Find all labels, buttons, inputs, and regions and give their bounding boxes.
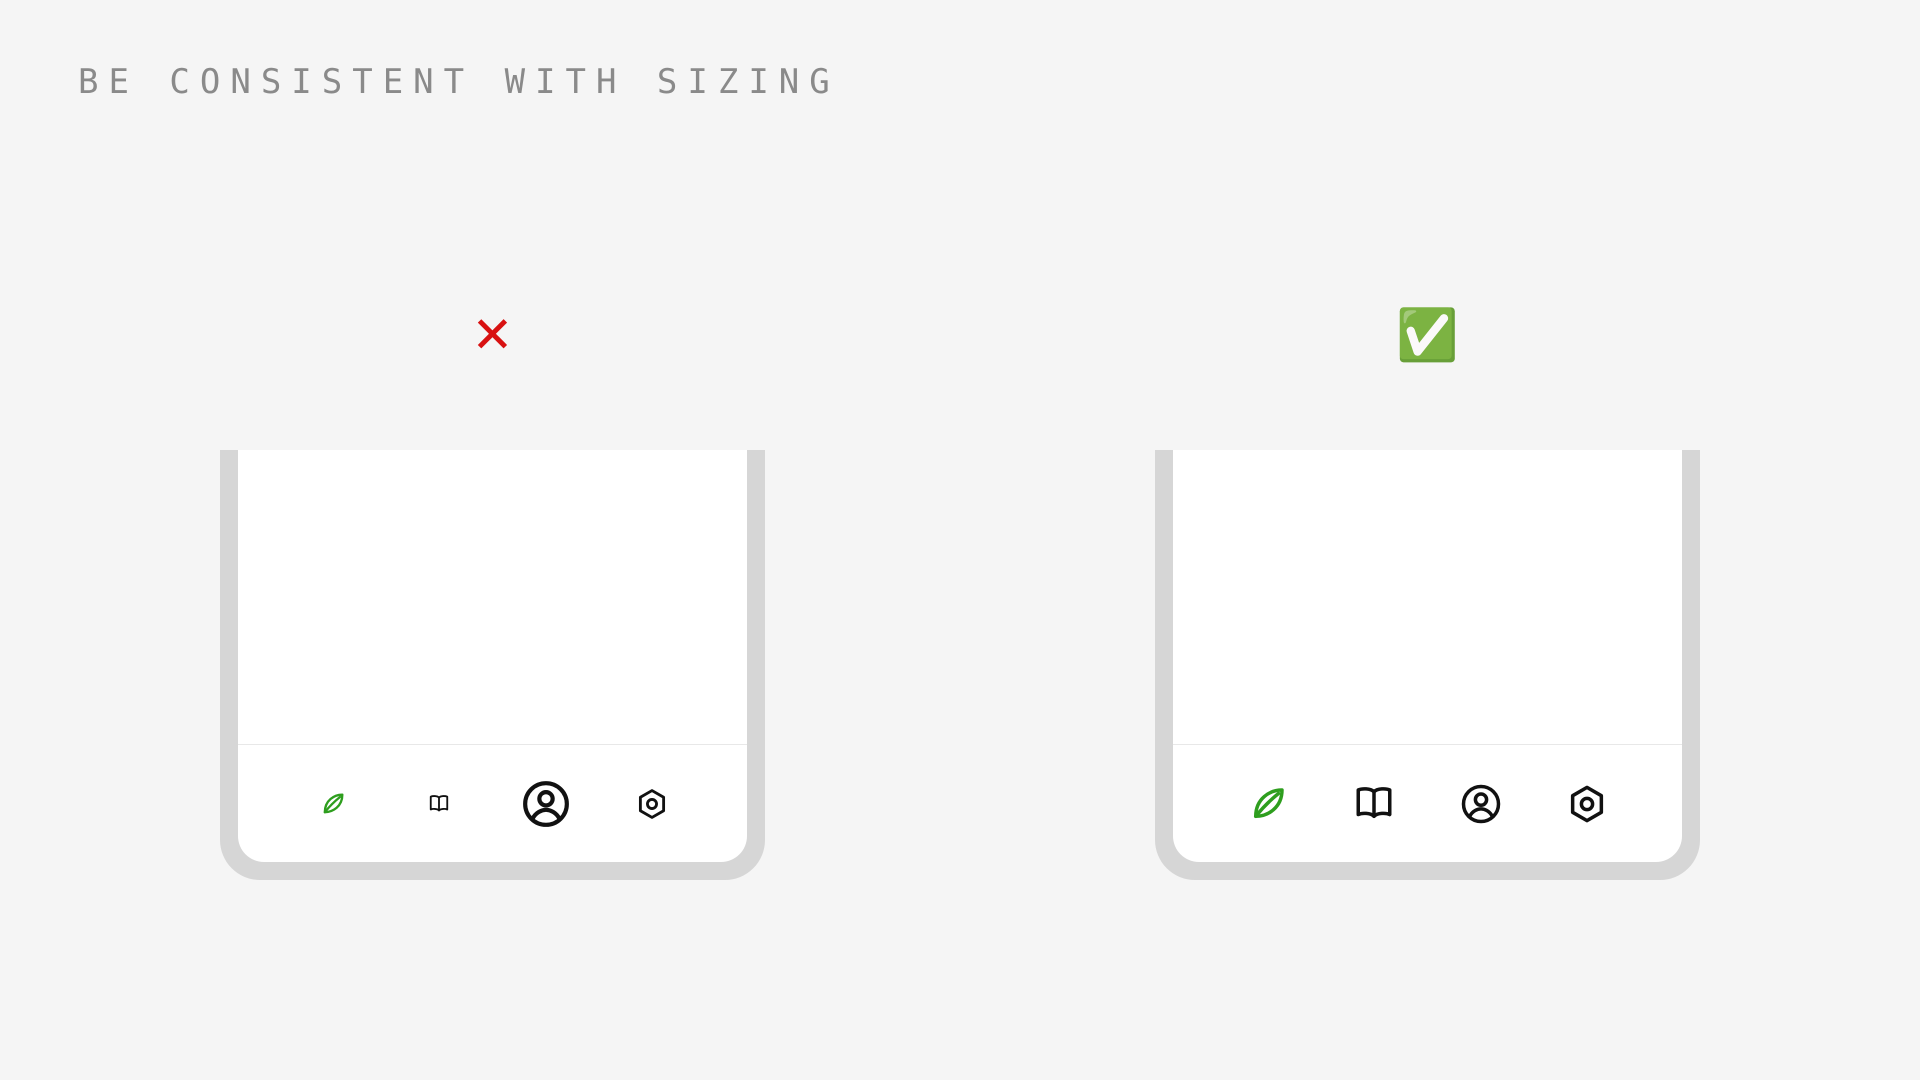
content-area-bad [238,450,747,744]
book-icon [428,793,450,815]
comparison-stage: ✕ [0,0,1920,1080]
cross-icon: ✕ [472,310,514,360]
nav-item-settings[interactable] [616,787,688,821]
good-example-column: ✅ [1155,310,1700,880]
settings-icon [635,787,669,821]
leaf-icon [1247,783,1289,825]
nav-item-leaf[interactable] [1232,783,1304,825]
check-icon: ✅ [1396,310,1458,360]
book-icon [1353,783,1395,825]
nav-item-book[interactable] [403,793,475,815]
phone-screen-good [1173,450,1682,862]
person-icon [521,779,571,829]
nav-item-profile[interactable] [1445,783,1517,825]
nav-item-profile[interactable] [510,779,582,829]
settings-icon [1566,783,1608,825]
bottom-nav-bad [238,744,747,862]
person-icon [1460,783,1502,825]
nav-item-leaf[interactable] [297,790,369,818]
bad-example-column: ✕ [220,310,765,880]
leaf-icon [319,790,347,818]
phone-screen-bad [238,450,747,862]
content-area-good [1173,450,1682,744]
phone-frame-good [1155,450,1700,880]
nav-item-book[interactable] [1338,783,1410,825]
bottom-nav-good [1173,744,1682,862]
nav-item-settings[interactable] [1551,783,1623,825]
phone-frame-bad [220,450,765,880]
